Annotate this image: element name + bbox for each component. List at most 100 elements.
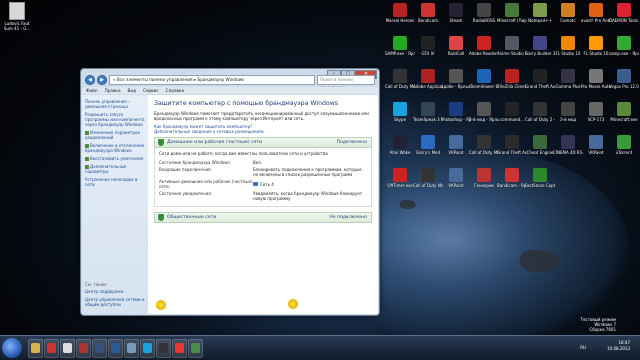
desktop-icon[interactable]: Call of Duty 2 - Ярлык [525, 102, 555, 132]
desktop-icon[interactable]: RaidCall [441, 36, 471, 66]
desktop-icon[interactable]: Garry Builder 3 [525, 36, 555, 66]
back-button[interactable]: ◀ [85, 75, 95, 85]
desktop-icon[interactable]: Grand Theft Auto Epis... [525, 69, 555, 99]
menu-edit[interactable]: Правка [105, 87, 121, 94]
sidebar-link-notifications[interactable]: Изменение параметров уведомлений [85, 130, 145, 140]
desktop-icon[interactable]: samp.exe - Ярлык [609, 36, 639, 66]
sidebar-link-action-center[interactable]: Центр поддержки [85, 289, 145, 294]
forward-button[interactable]: ▶ [97, 75, 107, 85]
desktop-icon[interactable]: Сomotc [553, 3, 583, 33]
breadcrumb[interactable]: « Все элементы панели управления ▸ Бранд… [109, 75, 315, 85]
public-network-header[interactable]: Общественные сети Не подключено [154, 212, 372, 223]
start-button[interactable] [2, 338, 22, 358]
desktop-icon[interactable]: FL Studio 10 [553, 36, 583, 66]
sidebar-link-toggle-firewall[interactable]: Включение и отключение брандмауэра Windo… [85, 143, 145, 153]
desktop-icon[interactable]: VKPaint [441, 168, 471, 198]
menu-tools[interactable]: Сервис [143, 87, 159, 94]
network-types-link[interactable]: Дополнительные сведения о сетевых размещ… [154, 129, 372, 134]
menu-view[interactable]: Вид [128, 87, 137, 94]
desktop-icon[interactable]: Photoshop - Ярлык [441, 102, 471, 132]
desktop-icon[interactable]: VKPaint [581, 135, 611, 165]
desktop-icon[interactable]: Bandicam [413, 3, 443, 33]
search-input[interactable]: Поиск в панели управления [317, 75, 375, 90]
desktop-icon-label: 3-й мод - Ярлык [469, 117, 499, 122]
firewall-window[interactable]: – □ ✕ ◀ ▶ « Все элементы панели управлен… [80, 68, 380, 316]
language-indicator[interactable]: RU [580, 345, 586, 350]
desktop-icon[interactable]: SCP-173 [581, 102, 611, 132]
desktop-icon-left[interactable]: Ludovic Faut Sum 41 - G... [2, 2, 32, 31]
desktop-icon[interactable]: Генокрик [469, 168, 499, 198]
taskbar-skype[interactable] [140, 339, 155, 358]
desktop-icon[interactable]: SAMP.exe - Ярлык [385, 36, 415, 66]
desktop-icon[interactable]: uTorrent [609, 135, 639, 165]
desktop-icon[interactable]: Skype [385, 102, 415, 132]
clock[interactable]: 18:47 10.08.2013 [607, 340, 630, 352]
desktop-icon[interactable]: Adobe Reader X [469, 36, 499, 66]
desktop-icon[interactable]: OffTimer.exe [385, 168, 415, 198]
desktop-icon[interactable]: RadioBOSS [469, 3, 499, 33]
desktop-icon[interactable]: Minecraft.exe [609, 102, 639, 132]
desktop-icon-label: Alan Wake [389, 150, 411, 155]
desktop-icon[interactable]: Garry's Mod [413, 135, 443, 165]
desktop-icon-label: Vegas Pro 12.0 (64-bit) [609, 84, 639, 89]
desktop-icon[interactable]: VKPaint [441, 135, 471, 165]
taskbar-app[interactable] [108, 339, 123, 358]
desktop-icon-label: RadioBOSS [472, 18, 496, 23]
desktop-icon[interactable]: Notepad++ [525, 3, 555, 33]
desktop-icon-label: Notepad++ [528, 18, 552, 23]
menu-help[interactable]: Справка [166, 87, 184, 94]
desktop-icon[interactable]: Steam [441, 3, 471, 33]
desktop-icon[interactable]: TeamSpeak 3 Client [413, 102, 443, 132]
home-network-header[interactable]: Домашние или рабочие (частные) сети Подк… [154, 137, 372, 148]
public-network-status: Не подключено [329, 215, 367, 220]
desktop-icon[interactable]: 3-й мод - Ярлык [469, 102, 499, 132]
menu-file[interactable]: Файл [86, 87, 98, 94]
desktop-icon[interactable]: Bandicam - Ярлык [497, 168, 527, 198]
desktop-icon[interactable]: Call of Duty Modern... [469, 135, 499, 165]
sidebar-link-home[interactable]: Панель управления – домашняя страница [85, 99, 145, 109]
sidebar-link-restore-defaults[interactable]: Восстановить умолчания [85, 156, 145, 161]
taskbar-app[interactable] [124, 339, 139, 358]
shield-icon [158, 139, 164, 146]
sidebar-link-network-center[interactable]: Центр управления сетями и общим доступом [85, 297, 145, 307]
desktop-icon[interactable]: Vegas Pro 12.0 (64-bit) [609, 69, 639, 99]
desktop-icon[interactable]: 3-й мод [553, 102, 583, 132]
desktop-icon[interactable]: avast! Pro Antivirus [581, 3, 611, 33]
app-icon [477, 36, 491, 50]
desktop-icon[interactable]: CINEMA 4D R14 [553, 135, 583, 165]
desktop-icon[interactable]: адобе - Ярлык [441, 69, 471, 99]
desktop-icon[interactable]: FileZilla Client [497, 69, 527, 99]
taskbar-app[interactable] [92, 339, 107, 358]
desktop-icon[interactable]: Marvel Heroes [385, 3, 415, 33]
sidebar-link-allow-program[interactable]: Разрешить запуск программы или компонент… [85, 112, 145, 127]
page-title: Защитите компьютер с помощью брандмауэра… [154, 100, 338, 107]
desktop-icon[interactable]: Cheat Engine [525, 135, 555, 165]
taskbar-explorer[interactable] [28, 339, 43, 358]
desktop-icon[interactable]: Call of Duty Modern... [413, 168, 443, 198]
taskbar-app[interactable] [188, 339, 203, 358]
taskbar-app[interactable] [60, 339, 75, 358]
desktop-icon[interactable]: Grand Theft Auto San... [497, 135, 527, 165]
desktop-icon[interactable]: FastStone Capture [525, 168, 555, 198]
sidebar-link-advanced[interactable]: Дополнительные параметры [85, 164, 145, 174]
desktop-icon[interactable]: Alan Wake [385, 135, 415, 165]
taskbar-app[interactable] [76, 339, 91, 358]
desktop-icon[interactable]: Pro Movie Auto Recov... [581, 69, 611, 99]
desktop-icon[interactable]: GTA IV [413, 36, 443, 66]
desktop-icon[interactable]: Minecraft (Пиратка) [497, 3, 527, 33]
desktop-icon[interactable]: TeamViewer 8 [469, 69, 499, 99]
desktop-icon-label: Bandicam - Ярлык [497, 183, 527, 188]
taskbar-browser[interactable] [44, 339, 59, 358]
app-icon [505, 168, 519, 182]
sidebar-link-troubleshoot[interactable]: Устранение неполадок в сети [85, 177, 145, 187]
desktop-icon[interactable]: Call of Duty Modern... [385, 69, 415, 99]
desktop-icon[interactable]: Anime Studio Pro (x86) [497, 36, 527, 66]
desktop-icon[interactable]: Adobe Applicati... [413, 69, 443, 99]
taskbar-app[interactable] [172, 339, 187, 358]
desktop-icon[interactable]: command... [497, 102, 527, 132]
desktop-icon[interactable]: DAEMON Tools Lite [609, 3, 639, 33]
desktop-icon-label: адобе - Ярлык [441, 84, 471, 89]
taskbar-app[interactable] [156, 339, 171, 358]
desktop-icon[interactable]: FL Studio 10 [581, 36, 611, 66]
desktop-icon[interactable]: Gamma Plus [553, 69, 583, 99]
